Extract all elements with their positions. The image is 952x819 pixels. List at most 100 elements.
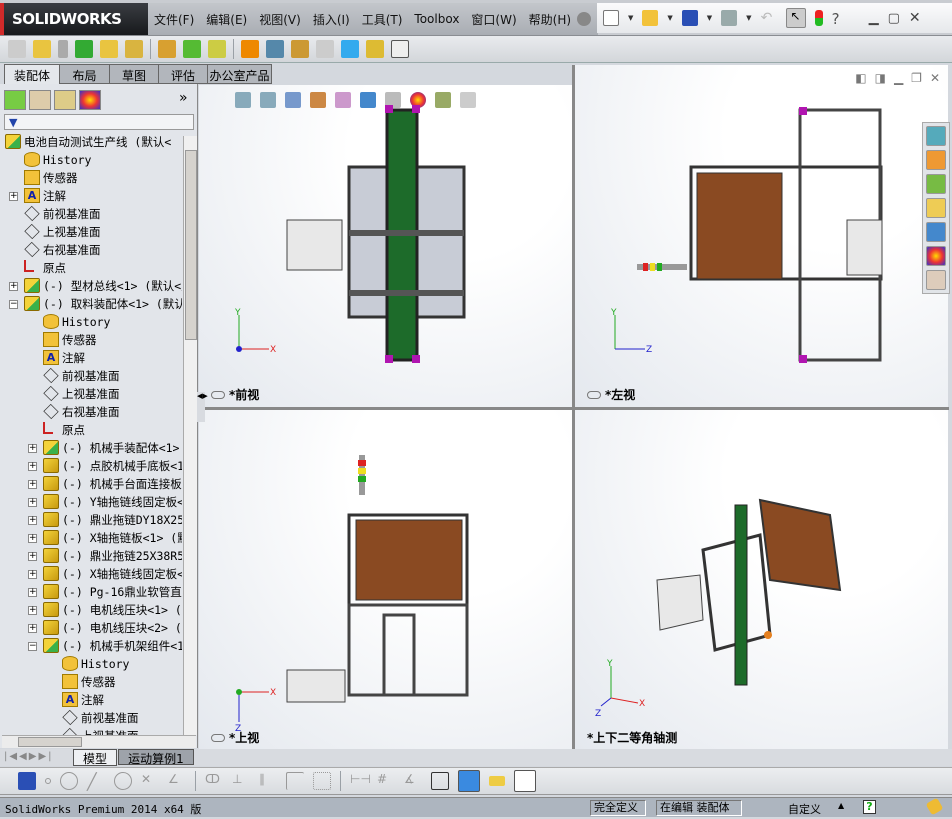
print-icon[interactable]: [721, 10, 738, 26]
parallel-icon[interactable]: ∥: [259, 772, 277, 790]
tree-item[interactable]: 前视基准面: [2, 709, 182, 727]
tree-item[interactable]: + (-) 鼎业拖链25X38R55: [2, 547, 182, 565]
grid-icon[interactable]: #: [377, 772, 395, 790]
tree-item[interactable]: 右视基准面: [2, 241, 182, 259]
tree-filter[interactable]: ▼: [4, 114, 194, 130]
bill-of-materials-icon[interactable]: [266, 40, 284, 58]
help-icon[interactable]: ?: [832, 10, 848, 28]
view-palette-icon[interactable]: [926, 222, 946, 242]
tree-item[interactable]: + (-) 电机线压块<2> (默: [2, 619, 182, 637]
minimize-icon[interactable]: ▁: [869, 11, 879, 26]
tree-item[interactable]: History: [2, 313, 182, 331]
chevron-down-icon[interactable]: ▼: [628, 14, 633, 22]
tree-item[interactable]: 传感器: [2, 169, 182, 187]
collapse-icon[interactable]: −: [9, 300, 18, 309]
assembly-features-icon[interactable]: [183, 40, 201, 58]
construction-icon[interactable]: [313, 772, 331, 790]
expand-panel-icon[interactable]: »: [179, 90, 188, 106]
save-icon[interactable]: [681, 10, 698, 26]
link-views-icon[interactable]: [587, 390, 601, 399]
expand-icon[interactable]: +: [28, 444, 37, 453]
tree-item[interactable]: + (-) 型材总线<1> (默认<默: [2, 277, 182, 295]
tree-item[interactable]: History: [2, 151, 182, 169]
tree-item[interactable]: 原点: [2, 259, 182, 277]
undo-icon[interactable]: ↶: [761, 10, 777, 26]
expand-icon[interactable]: +: [28, 552, 37, 561]
angle-icon[interactable]: ∠: [168, 772, 186, 790]
tree-horizontal-scrollbar[interactable]: [2, 735, 196, 748]
viewport-left[interactable]: ◧ ◨ ▁ ❐ ✕ *左视 YZ: [575, 65, 948, 407]
table-view-icon[interactable]: [514, 770, 536, 792]
new-document-icon[interactable]: [603, 10, 619, 26]
tree-item[interactable]: + (-) 机械手装配体<1>: [2, 439, 182, 457]
tree-item[interactable]: 上视基准面: [2, 223, 182, 241]
tab-evaluate[interactable]: 评估: [159, 64, 208, 84]
viewport-isometric[interactable]: *上下二等角轴测 Y X Z: [575, 410, 948, 750]
select-arrow-icon[interactable]: ↖: [785, 8, 806, 28]
chevron-down-icon[interactable]: ▼: [707, 14, 712, 22]
expand-icon[interactable]: +: [9, 282, 18, 291]
tree-item[interactable]: 原点: [2, 421, 182, 439]
home-icon[interactable]: [926, 150, 946, 170]
tree-item[interactable]: + (-) 电机线压块<1> (默: [2, 601, 182, 619]
property-manager-tab-icon[interactable]: [29, 90, 51, 110]
tree-item[interactable]: 传感器: [2, 331, 182, 349]
tab-motion-study[interactable]: 运动算例1: [118, 749, 194, 766]
move-component-icon[interactable]: [125, 40, 143, 58]
scrollbar-thumb[interactable]: [18, 737, 82, 747]
link-views-icon[interactable]: [211, 733, 225, 742]
measure-angle-icon[interactable]: ∡: [404, 772, 422, 790]
tree-item[interactable]: + (-) X轴拖链线固定板<: [2, 565, 182, 583]
line-icon[interactable]: ╱: [87, 772, 105, 791]
tree-item[interactable]: − (-) 取料装配体<1> (默认: [2, 295, 182, 313]
tab-scroll-arrows[interactable]: |◀◀▶▶|: [4, 751, 54, 762]
expand-icon[interactable]: +: [28, 606, 37, 615]
feature-tree-tab-icon[interactable]: [4, 90, 26, 110]
expand-icon[interactable]: +: [28, 588, 37, 597]
tree-item[interactable]: 前视基准面: [2, 367, 182, 385]
help-icon[interactable]: ?: [863, 800, 876, 814]
tree-item[interactable]: History: [2, 655, 182, 673]
tree-item[interactable]: + (-) X轴拖链板<1> (默: [2, 529, 182, 547]
tab-office-products[interactable]: 办公室产品: [208, 64, 272, 84]
expand-icon[interactable]: +: [28, 516, 37, 525]
menu-window[interactable]: 窗口(W): [465, 11, 522, 28]
point-icon[interactable]: [45, 778, 51, 784]
new-motion-study-icon[interactable]: [241, 40, 259, 58]
tab-sketch[interactable]: 草图: [110, 64, 159, 84]
expand-icon[interactable]: +: [28, 570, 37, 579]
trim-icon[interactable]: ✕: [141, 772, 159, 790]
solidworks-logo[interactable]: SOLIDWORKS: [0, 3, 148, 35]
menu-file[interactable]: 文件(F): [148, 11, 200, 28]
corner-icon[interactable]: [286, 772, 304, 790]
collapse-icon[interactable]: −: [28, 642, 37, 651]
snapshot-icon[interactable]: [391, 40, 409, 58]
scrollbar-thumb[interactable]: [185, 150, 197, 340]
viewport-top[interactable]: *上视 ZX: [199, 410, 572, 750]
tree-item[interactable]: + (-) Pg-16鼎业软管直头: [2, 583, 182, 601]
mate-icon[interactable]: [58, 40, 68, 58]
tree-item[interactable]: + (-) Y轴拖链线固定板<: [2, 493, 182, 511]
tab-assembly[interactable]: 装配体: [4, 64, 60, 86]
save-icon[interactable]: [18, 772, 36, 790]
solidworks-resources-icon[interactable]: [926, 126, 946, 146]
tape-measure-icon[interactable]: [489, 776, 505, 786]
tree-vertical-scrollbar[interactable]: [183, 136, 197, 735]
menu-help[interactable]: 帮助(H): [523, 11, 577, 28]
configuration-manager-tab-icon[interactable]: [54, 90, 76, 110]
menu-toolbox[interactable]: Toolbox: [408, 12, 465, 26]
design-library-icon[interactable]: [926, 174, 946, 194]
tree-item[interactable]: A 注解: [2, 691, 182, 709]
tree-item[interactable]: + (-) 鼎业拖链DY18X25R: [2, 511, 182, 529]
instant3d-icon[interactable]: [341, 40, 359, 58]
menu-edit[interactable]: 编辑(E): [200, 11, 253, 28]
tree-item[interactable]: 电池自动测试生产线 (默认<: [2, 133, 182, 151]
linear-pattern-icon[interactable]: [75, 40, 93, 58]
viewport-front[interactable]: *前视 YX: [199, 85, 572, 407]
tree-item[interactable]: A 注解: [2, 349, 182, 367]
new-part-icon[interactable]: [33, 40, 51, 58]
polygon-icon[interactable]: [114, 772, 132, 790]
display-manager-tab-icon[interactable]: [79, 90, 101, 110]
tree-item[interactable]: 右视基准面: [2, 403, 182, 421]
filter-icon[interactable]: ▼: [5, 116, 17, 129]
